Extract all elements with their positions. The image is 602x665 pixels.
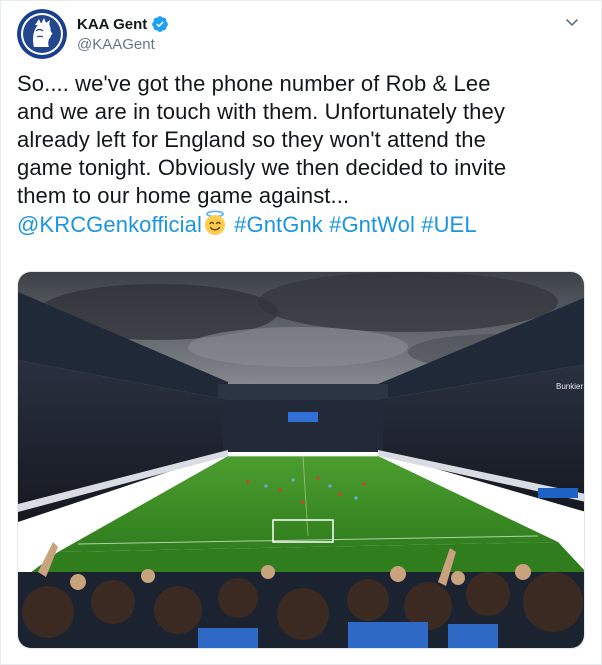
verified-badge-icon <box>151 15 169 33</box>
hashtag-link[interactable]: #UEL <box>421 212 476 237</box>
tweet-tags-line: @KRCGenkofficial #GntGnk #GntWol #UEL <box>17 210 585 239</box>
tweet-text-line: and we are in touch with them. Unfortuna… <box>17 99 505 124</box>
tweet-text-line: game tonight. Obviously we then decided … <box>17 155 507 180</box>
tweet-header: KAA Gent @KAAGent <box>17 9 585 59</box>
hashtag-link[interactable]: #GntWol <box>329 212 415 237</box>
tweet-card[interactable]: KAA Gent @KAAGent So.... we've got the p… <box>0 0 602 665</box>
stadium-photo: Bunkier <box>18 272 584 648</box>
display-name[interactable]: KAA Gent <box>77 16 147 33</box>
tweet-text-line: already left for England so they won't a… <box>17 127 486 152</box>
tweet-photo[interactable]: Bunkier <box>17 271 585 649</box>
tweet-text-line: them to our home game against... <box>17 183 350 208</box>
tweet-text-line: So.... we've got the phone number of Rob… <box>17 71 491 96</box>
kaa-gent-crest-icon <box>17 9 67 59</box>
tweet-text: So.... we've got the phone number of Rob… <box>17 70 585 239</box>
smiling-face-with-halo-icon <box>202 210 228 236</box>
author-handle[interactable]: @KAAGent <box>77 36 169 53</box>
hashtag-link[interactable]: #GntGnk <box>234 212 323 237</box>
avatar[interactable] <box>17 9 67 59</box>
stadium-board-text: Bunkier <box>556 382 583 391</box>
mention-link[interactable]: @KRCGenkofficial <box>17 212 202 237</box>
chevron-down-icon[interactable] <box>563 13 581 31</box>
author-info: KAA Gent @KAAGent <box>77 15 169 53</box>
